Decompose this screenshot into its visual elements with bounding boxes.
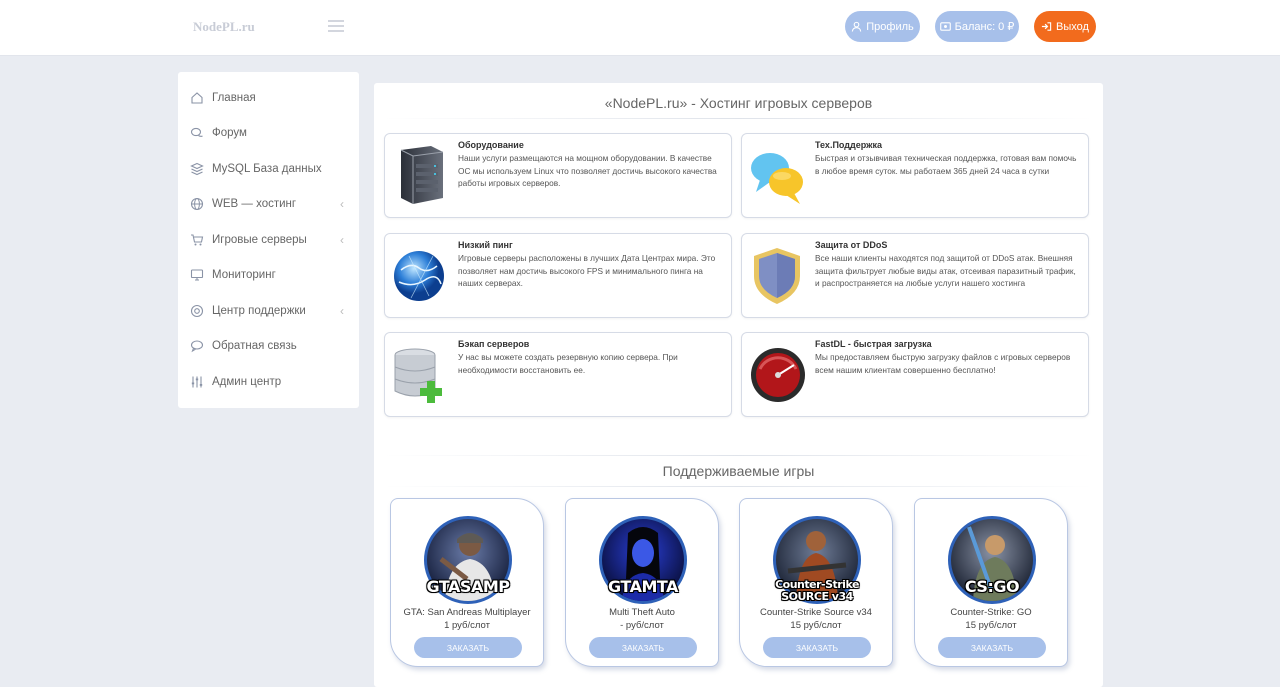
feature-text: Мы предоставляем быструю загрузку файлов… — [815, 352, 1071, 375]
sidebar-item-label: MySQL База данных — [212, 163, 322, 175]
logout-button[interactable]: Выход — [1034, 11, 1096, 42]
game-price: 1 руб/слот — [444, 620, 490, 631]
logout-label: Выход — [1056, 20, 1089, 33]
brand-logo[interactable]: NodePL.ru — [193, 19, 255, 35]
server-icon — [400, 146, 444, 204]
sidebar-item-label: Главная — [212, 92, 256, 104]
speech-bubbles-icon — [751, 153, 803, 204]
order-button[interactable]: ЗАКАЗАТЬ — [763, 637, 871, 658]
sidebar-item-feedback[interactable]: Обратная связь — [190, 331, 350, 361]
game-name: Counter-Strike Source v34 — [760, 607, 872, 618]
user-icon — [852, 21, 862, 32]
feature-card-fastdl: FastDL - быстрая загрузка Мы предоставля… — [741, 332, 1089, 417]
sidebar-item-label: Мониторинг — [212, 269, 276, 281]
sidebar-item-label: WEB — хостинг — [212, 198, 297, 210]
chevron-left-icon: ‹ — [340, 197, 344, 211]
feature-title: Бэкап серверов — [458, 339, 530, 349]
sidebar-item-monitoring[interactable]: Мониторинг — [190, 260, 350, 290]
feature-title: Оборудование — [458, 140, 524, 150]
feature-title: Низкий пинг — [458, 240, 513, 250]
chevron-left-icon: ‹ — [340, 304, 344, 318]
game-name: Multi Theft Auto — [609, 607, 675, 618]
sliders-icon — [191, 376, 203, 388]
shield-icon — [754, 248, 800, 304]
feature-card-backup: Бэкап серверов У нас вы можете создать р… — [384, 332, 732, 417]
sidebar-item-forum[interactable]: Форум — [190, 118, 350, 148]
game-card-samp: GTASAMP GTA: San Andreas Multiplayer 1 р… — [390, 498, 544, 667]
feature-text: Все наши клиенты находятся под защитой о… — [815, 253, 1076, 288]
chat-icon — [190, 127, 203, 137]
profile-label: Профиль — [866, 20, 914, 33]
home-icon — [191, 92, 203, 104]
balance-button[interactable]: Баланс: 0 ₽ — [935, 11, 1019, 42]
game-card-csgo: CS:GO Counter-Strike: GO 15 руб/слот ЗАК… — [914, 498, 1068, 667]
game-logo: GTAMTA — [608, 577, 678, 596]
chevron-left-icon: ‹ — [340, 233, 344, 247]
lifebuoy-icon — [190, 304, 204, 318]
sidebar-item-label: Форум — [212, 127, 247, 139]
logout-icon — [1041, 22, 1052, 31]
feature-card-low-ping: Низкий пинг Игровые серверы расположены … — [384, 233, 732, 318]
feature-card-ddos: Защита от DDoS Все наши клиенты находятс… — [741, 233, 1089, 318]
menu-toggle-icon[interactable] — [328, 20, 344, 34]
game-logo: CS:GO — [964, 577, 1020, 596]
feature-text: Игровые серверы расположены в лучших Дат… — [458, 253, 716, 288]
feature-title: Тех.Поддержка — [815, 140, 882, 150]
profile-button[interactable]: Профиль — [845, 11, 920, 42]
sidebar-item-label: Админ центр — [212, 376, 282, 388]
game-price: 15 руб/слот — [790, 620, 842, 631]
main-panel: «NodePL.ru» - Хостинг игровых серверов О… — [374, 83, 1103, 687]
cart-icon — [191, 234, 204, 246]
sidebar-item-game-servers[interactable]: Игровые серверы ‹ — [190, 225, 350, 255]
layers-icon — [190, 162, 204, 176]
sidebar-item-label: Обратная связь — [212, 340, 297, 352]
feature-title: Защита от DDoS — [815, 240, 888, 250]
top-bar: NodePL.ru Профиль Баланс: 0 ₽ Выход — [0, 0, 1280, 56]
game-price: 15 руб/слот — [965, 620, 1017, 631]
feature-card-hardware: Оборудование Наши услуги размещаются на … — [384, 133, 732, 218]
order-button[interactable]: ЗАКАЗАТЬ — [414, 637, 522, 658]
sidebar-item-web-hosting[interactable]: WEB — хостинг ‹ — [190, 189, 350, 219]
game-logo: Counter-Strike SOURCE v34 — [775, 578, 859, 603]
database-add-icon — [394, 348, 442, 403]
wallet-icon — [939, 22, 951, 31]
sidebar-item-home[interactable]: Главная — [190, 83, 350, 113]
sidebar-item-admin-center[interactable]: Админ центр — [190, 367, 350, 397]
page-title: «NodePL.ru» - Хостинг игровых серверов — [604, 95, 873, 111]
title-divider — [384, 118, 1093, 119]
balance-label: Баланс: 0 ₽ — [954, 21, 1015, 33]
sidebar: Главная Форум MySQL База данных WEB — хо… — [178, 72, 359, 408]
game-name: Counter-Strike: GO — [950, 607, 1032, 618]
game-logo: GTASAMP — [426, 577, 510, 596]
monitor-icon — [190, 269, 204, 281]
order-button[interactable]: ЗАКАЗАТЬ — [938, 637, 1046, 658]
game-card-mta: GTAMTA Multi Theft Auto - руб/слот ЗАКАЗ… — [565, 498, 719, 667]
games-title-divider — [384, 486, 1093, 487]
feature-text: Наши услуги размещаются на мощном оборуд… — [458, 153, 717, 188]
globe-network-icon — [394, 251, 444, 301]
sidebar-item-label: Игровые серверы — [212, 234, 307, 246]
feature-text: Быстрая и отзывчивая техническая поддерж… — [815, 153, 1077, 176]
order-button[interactable]: ЗАКАЗАТЬ — [589, 637, 697, 658]
game-name: GTA: San Andreas Multiplayer — [403, 607, 531, 618]
speech-bubble-icon — [190, 340, 204, 353]
game-card-css: Counter-Strike SOURCE v34 Counter-Strike… — [739, 498, 893, 667]
speedometer-icon — [751, 348, 805, 402]
game-price: - руб/слот — [620, 620, 664, 631]
sidebar-item-label: Центр поддержки — [212, 305, 306, 317]
feature-text: У нас вы можете создать резервную копию … — [458, 352, 678, 375]
feature-title: FastDL - быстрая загрузка — [815, 339, 932, 349]
feature-card-support: Тех.Поддержка Быстрая и отзывчивая техни… — [741, 133, 1089, 218]
globe-icon — [190, 197, 204, 211]
sidebar-item-support-center[interactable]: Центр поддержки ‹ — [190, 296, 350, 326]
games-title: Поддерживаемые игры — [662, 463, 815, 479]
games-divider — [384, 455, 1093, 456]
sidebar-item-mysql[interactable]: MySQL База данных — [190, 154, 350, 184]
